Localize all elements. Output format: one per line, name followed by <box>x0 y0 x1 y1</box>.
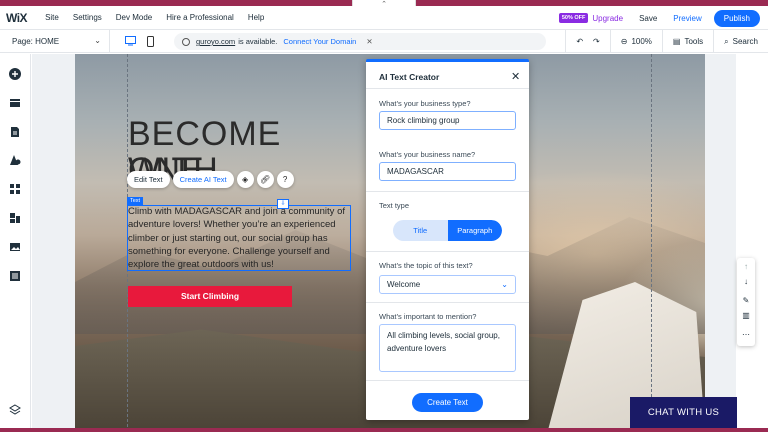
desktop-icon[interactable] <box>120 30 140 53</box>
page-selector[interactable]: Page: HOME ⌄ <box>0 29 110 53</box>
tools-button[interactable]: ▤ Tools <box>663 30 713 53</box>
chevron-down-icon: ⌄ <box>501 280 508 289</box>
search-button[interactable]: ⌕ Search <box>714 30 768 53</box>
close-icon[interactable]: ✕ <box>511 70 520 83</box>
menu-settings[interactable]: Settings <box>73 13 102 22</box>
tools-label: Tools <box>684 37 704 46</box>
media-icon[interactable] <box>9 241 21 253</box>
preview-button[interactable]: Preview <box>673 14 701 23</box>
help-icon[interactable]: ? <box>276 170 294 188</box>
chat-button[interactable]: CHAT WITH US <box>630 397 737 428</box>
close-icon[interactable]: ✕ <box>366 37 372 46</box>
pages-icon[interactable] <box>9 126 21 138</box>
mention-label: What’s important to mention? <box>379 312 477 321</box>
topic-label: What’s the topic of this text? <box>379 261 473 270</box>
tools-icon: ▤ <box>672 37 681 46</box>
zoom-level: 100% <box>631 37 652 46</box>
top-bar: WiX Site Settings Dev Mode Hire a Profes… <box>0 6 768 30</box>
mobile-icon[interactable] <box>140 30 160 53</box>
animation-icon[interactable]: ◈ <box>236 170 254 188</box>
arrow-down-icon[interactable]: ↓ <box>740 276 752 288</box>
sale-badge[interactable]: 50% OFF <box>558 13 589 23</box>
mention-textarea[interactable]: All climbing levels, social group, adven… <box>379 324 516 372</box>
top-right-actions: 50% OFF Upgrade Save Preview Publish <box>558 6 760 30</box>
search-label: Search <box>732 37 758 46</box>
topic-dropdown[interactable]: Welcome ⌄ <box>379 275 516 294</box>
text-type-toggle: Title Paragraph <box>393 220 502 241</box>
cms-icon[interactable] <box>9 270 21 282</box>
start-climbing-button[interactable]: Start Climbing <box>128 286 292 307</box>
pen-icon[interactable]: ✎ <box>740 295 752 307</box>
toolbar-right: ↶ ↷ ⊖ 100% ▤ Tools ⌕ Search <box>565 30 768 53</box>
edit-text-button[interactable]: Edit Text <box>127 170 170 188</box>
bottom-stripe <box>0 428 768 432</box>
topic-value: Welcome <box>387 280 421 289</box>
globe-icon <box>182 37 190 46</box>
save-button[interactable]: Save <box>639 14 657 23</box>
design-icon[interactable] <box>9 154 21 166</box>
divider <box>366 88 529 89</box>
page-selector-label: Page: HOME <box>12 36 60 46</box>
left-sidebar <box>0 54 31 432</box>
menu-help[interactable]: Help <box>248 13 264 22</box>
menu-site[interactable]: Site <box>45 13 59 22</box>
layers-icon[interactable] <box>9 404 21 416</box>
menu-hire-professional[interactable]: Hire a Professional <box>166 13 234 22</box>
business-type-label: What’s your business type? <box>379 99 471 108</box>
business-name-label: What’s your business name? <box>379 150 476 159</box>
panel-title: AI Text Creator <box>379 72 440 82</box>
domain-name[interactable]: guroyo.com <box>196 37 235 46</box>
divider <box>366 191 529 192</box>
text-floating-toolbar: Edit Text Create AI Text ◈ 🔗︎ ? <box>127 170 297 188</box>
publish-button[interactable]: Publish <box>713 9 760 27</box>
wix-logo: WiX <box>6 10 28 25</box>
create-ai-text-button[interactable]: Create AI Text <box>172 170 234 188</box>
chevron-down-icon: ⌄ <box>94 35 101 45</box>
domain-status: is available. <box>238 37 278 46</box>
zoom-out-icon: ⊖ <box>620 37 628 46</box>
hero-body-text[interactable]: Climb with MADAGASCAR and join a communi… <box>128 205 352 271</box>
more-icon[interactable]: ⋯ <box>740 329 752 341</box>
right-quick-actions: ↑ ↓ ✎ ▥ ⋯ <box>737 258 755 346</box>
connect-domain-link[interactable]: Connect Your Domain <box>283 37 356 46</box>
divider <box>366 380 529 381</box>
create-text-button[interactable]: Create Text <box>412 393 483 412</box>
domain-bar: guroyo.com is available. Connect Your Do… <box>174 33 546 50</box>
business-icon[interactable] <box>9 212 21 224</box>
drag-handle-icon[interactable]: ⇩ <box>277 199 289 209</box>
selected-element-tag: Text <box>127 197 144 205</box>
right-gridline <box>651 54 652 432</box>
layout-icon[interactable]: ▥ <box>740 310 752 322</box>
text-type-label: Text type <box>379 201 410 210</box>
upgrade-link[interactable]: Upgrade <box>592 14 623 23</box>
arrow-up-icon[interactable]: ↑ <box>740 261 752 273</box>
apps-icon[interactable] <box>9 183 21 195</box>
divider <box>366 302 529 303</box>
add-icon[interactable] <box>9 68 21 80</box>
link-icon[interactable]: 🔗︎ <box>256 170 274 188</box>
divider <box>366 251 529 252</box>
undo-icon[interactable]: ↶ <box>566 30 593 53</box>
text-type-title-option[interactable]: Title <box>393 220 448 241</box>
business-name-input[interactable]: MADAGASCAR <box>379 162 516 181</box>
ai-text-creator-panel: AI Text Creator ✕ What’s your business t… <box>366 59 529 420</box>
search-icon: ⌕ <box>724 36 729 46</box>
text-type-paragraph-option[interactable]: Paragraph <box>447 220 502 241</box>
sections-icon[interactable] <box>9 97 21 109</box>
zoom-control[interactable]: ⊖ 100% <box>611 30 662 53</box>
business-type-input[interactable]: Rock climbing group <box>379 111 516 130</box>
redo-icon[interactable]: ↷ <box>593 30 610 53</box>
menu-dev-mode[interactable]: Dev Mode <box>116 13 152 22</box>
